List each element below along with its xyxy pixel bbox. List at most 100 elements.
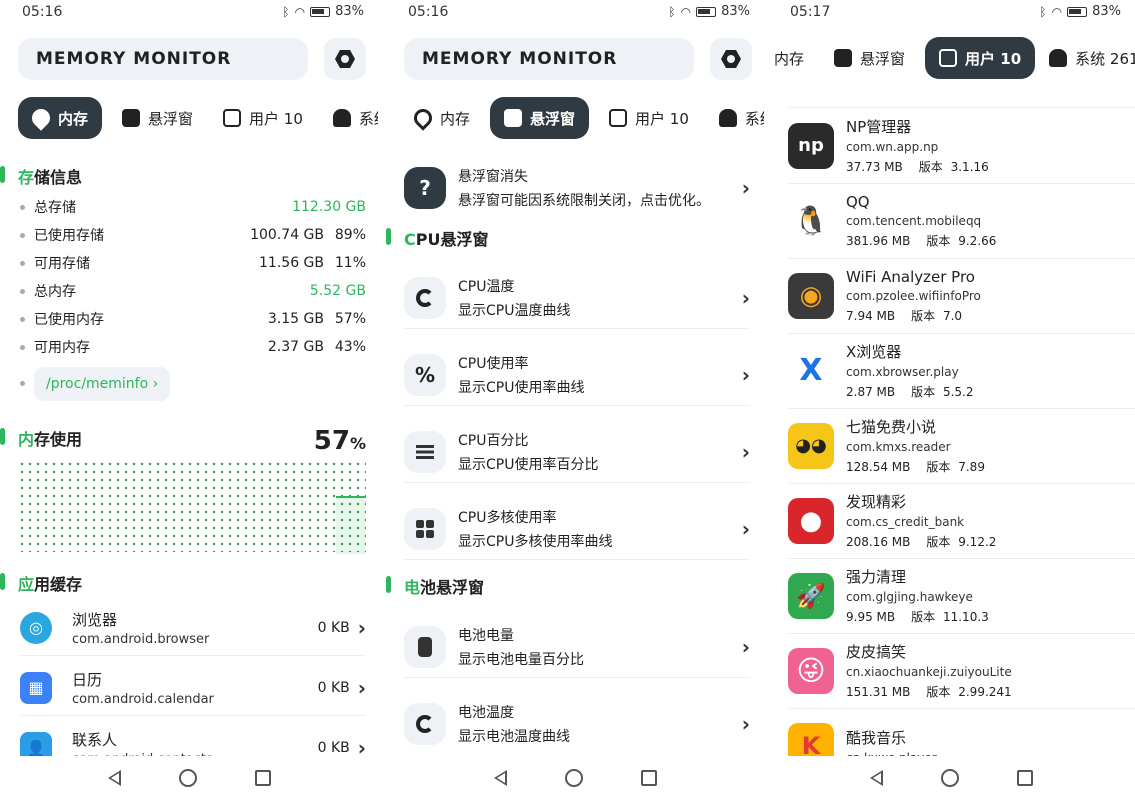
app-row-np[interactable]: np NP管理器 com.wn.app.np 37.73 MB 版本 3.1.16 bbox=[788, 108, 1135, 183]
version-label: 版本 bbox=[926, 535, 951, 549]
app-version: 11.10.3 bbox=[942, 610, 989, 624]
tab-label: 用户 10 bbox=[965, 49, 1022, 68]
tab-system[interactable]: 系统 2 bbox=[323, 97, 378, 139]
tab-floating[interactable]: 悬浮窗 bbox=[490, 97, 590, 139]
tab-label: 用户 10 bbox=[635, 109, 689, 128]
browser-icon: ◎ bbox=[20, 611, 52, 644]
back-icon[interactable] bbox=[107, 770, 121, 786]
tab-label: 用户 10 bbox=[249, 109, 303, 128]
app-row-qimao[interactable]: ◕◕ 七猫免费小说 com.kmxs.reader 128.54 MB 版本 7.89 bbox=[788, 408, 1135, 483]
meminfo-link[interactable]: /proc/meminfo › bbox=[34, 367, 171, 401]
qq-penguin-icon: 🐧 bbox=[788, 197, 834, 244]
user-apps-panel: 05:17 ᛒ ◠ 83% 内存 悬浮窗 用户 10 系统 261 np NP管… bbox=[768, 0, 1135, 800]
cache-app-row[interactable]: ◎ 浏览器 com.android.browser 0 KB › bbox=[20, 600, 366, 656]
cache-app-row[interactable]: ▦ 日历 com.android.calendar 0 KB › bbox=[20, 660, 366, 716]
info-value: 3.15 GB bbox=[267, 311, 324, 327]
app-version: 7.0 bbox=[942, 308, 963, 323]
status-icons: ᛒ ◠ 83% bbox=[1039, 4, 1121, 19]
cpu-temperature-item[interactable]: CPU温度 显示CPU温度曲线 › bbox=[404, 267, 750, 329]
memory-panel: 05:16 ᛒ ◠ 83% MEMORY MONITOR 内存 悬浮窗 用户 1… bbox=[0, 0, 378, 800]
back-icon[interactable] bbox=[870, 770, 883, 786]
floating-panel: 05:16 ᛒ ◠ 83% MEMORY MONITOR 内存 悬浮窗 用户 1… bbox=[386, 0, 764, 800]
app-name: NP管理器 bbox=[846, 118, 912, 136]
info-value: 100.74 GB bbox=[250, 227, 324, 243]
app-package: cn.xiaochuankeji.zuiyouLite bbox=[846, 665, 1012, 679]
status-time: 05:16 bbox=[408, 4, 449, 20]
home-icon[interactable] bbox=[178, 769, 197, 787]
cache-section-title: 应用缓存 bbox=[0, 571, 82, 595]
cpu-multicore-item[interactable]: CPU多核使用率 显示CPU多核使用率曲线 › bbox=[404, 498, 750, 560]
app-row-pipi[interactable]: 😜 皮皮搞笑 cn.xiaochuankeji.zuiyouLite 151.31 … bbox=[788, 633, 1135, 708]
bullet bbox=[20, 316, 25, 322]
item-title: 电池温度 bbox=[458, 705, 514, 721]
app-row-cleaner[interactable]: 🚀 强力清理 com.glgjing.hawkeye 9.95 MB 版本 11.10… bbox=[788, 558, 1135, 633]
app-package: com.wn.app.np bbox=[846, 140, 939, 154]
usage-sign: % bbox=[349, 434, 366, 453]
title-rest: 存使用 bbox=[34, 430, 83, 449]
faxian-icon: ● bbox=[788, 497, 834, 544]
bag-icon bbox=[609, 109, 628, 127]
tab-user[interactable]: 用户 10 bbox=[599, 97, 699, 139]
app-row-faxian[interactable]: ● 发现精彩 com.cs_credit_bank 208.16 MB 版本 9.12… bbox=[788, 483, 1135, 558]
help-icon: ? bbox=[404, 167, 446, 209]
back-icon[interactable] bbox=[493, 770, 507, 786]
info-row: 可用内存 2.37 GB 43% bbox=[20, 335, 366, 359]
title-rest: 储信息 bbox=[34, 168, 83, 187]
tab-memory[interactable]: 内存 bbox=[18, 97, 103, 139]
tab-system[interactable]: 系统 261 bbox=[1045, 37, 1135, 79]
item-desc: 显示CPU温度曲线 bbox=[458, 302, 571, 319]
notice-desc: 悬浮窗可能因系统限制关闭，点击优化。 bbox=[458, 193, 710, 209]
settings-button[interactable] bbox=[710, 38, 752, 80]
info-value: 112.30 GB bbox=[292, 199, 366, 215]
tab-memory[interactable]: 内存 bbox=[404, 97, 480, 139]
battery-icon bbox=[1067, 6, 1088, 17]
usage-section-title: 内存使用 bbox=[0, 426, 83, 450]
tab-memory[interactable]: 内存 bbox=[768, 37, 814, 79]
tab-label: 内存 bbox=[440, 109, 471, 128]
app-row-qq[interactable]: 🐧 QQ com.tencent.mobileqq 381.96 MB 版本 9.2.… bbox=[788, 183, 1135, 258]
settings-button[interactable] bbox=[324, 38, 366, 80]
app-package: com.android.calendar bbox=[72, 691, 214, 707]
info-label: 已使用存储 bbox=[34, 228, 104, 244]
tab-label: 悬浮窗 bbox=[860, 49, 906, 68]
tab-user[interactable]: 用户 10 bbox=[925, 37, 1036, 79]
app-package: com.pzolee.wifiinfoPro bbox=[846, 288, 981, 303]
tab-floating[interactable]: 悬浮窗 bbox=[824, 37, 915, 79]
tab-system[interactable]: 系统 2 bbox=[709, 97, 764, 139]
app-name: 发现精彩 bbox=[846, 493, 907, 511]
home-icon[interactable] bbox=[564, 769, 583, 787]
bullet bbox=[20, 344, 25, 350]
bluetooth-icon: ᛒ bbox=[282, 4, 290, 19]
info-pct: 89% bbox=[334, 227, 366, 243]
section-marker bbox=[0, 573, 5, 590]
info-row: 已使用内存 3.15 GB 57% bbox=[20, 307, 366, 331]
item-title: CPU多核使用率 bbox=[458, 509, 557, 526]
bag-icon bbox=[223, 109, 242, 127]
app-row-xbrowser[interactable]: X X浏览器 com.xbrowser.play 2.87 MB 版本 5.5.2 bbox=[788, 333, 1135, 408]
cpu-section-title: CPU悬浮窗 bbox=[386, 226, 488, 250]
app-package: com.tencent.mobileqq bbox=[846, 213, 982, 228]
calendar-icon: ▦ bbox=[20, 671, 52, 704]
recents-icon[interactable] bbox=[640, 770, 657, 786]
info-label: 可用内存 bbox=[34, 340, 90, 356]
chevron-right-icon: › bbox=[741, 362, 750, 387]
chevron-right-icon: › bbox=[357, 675, 366, 700]
app-version: 9.2.66 bbox=[958, 233, 997, 248]
floating-notice[interactable]: ? 悬浮窗消失 悬浮窗可能因系统限制关闭，点击优化。 › bbox=[404, 158, 750, 218]
recents-icon[interactable] bbox=[254, 770, 271, 786]
battery-temperature-item[interactable]: 电池温度 显示电池温度曲线 › bbox=[404, 693, 750, 755]
cpu-usage-item[interactable]: % CPU使用率 显示CPU使用率曲线 › bbox=[404, 344, 750, 406]
app-name: 浏览器 bbox=[72, 610, 118, 629]
app-version: 7.89 bbox=[958, 460, 985, 474]
tab-user[interactable]: 用户 10 bbox=[213, 97, 313, 139]
np-manager-icon: np bbox=[788, 122, 834, 169]
battery-level-item[interactable]: 电池电量 显示电池电量百分比 › bbox=[404, 616, 750, 678]
app-row-wifi-analyzer[interactable]: ◉ WiFi Analyzer Pro com.pzolee.wifiinfoPr… bbox=[788, 258, 1135, 333]
home-icon[interactable] bbox=[941, 769, 959, 787]
tab-label: 内存 bbox=[774, 49, 805, 68]
item-desc: 显示电池温度曲线 bbox=[458, 729, 570, 745]
chevron-right-icon: › bbox=[741, 439, 750, 464]
cpu-percent-item[interactable]: CPU百分比 显示CPU使用率百分比 › bbox=[404, 421, 750, 483]
tab-floating[interactable]: 悬浮窗 bbox=[112, 97, 203, 139]
recents-icon[interactable] bbox=[1017, 770, 1033, 786]
